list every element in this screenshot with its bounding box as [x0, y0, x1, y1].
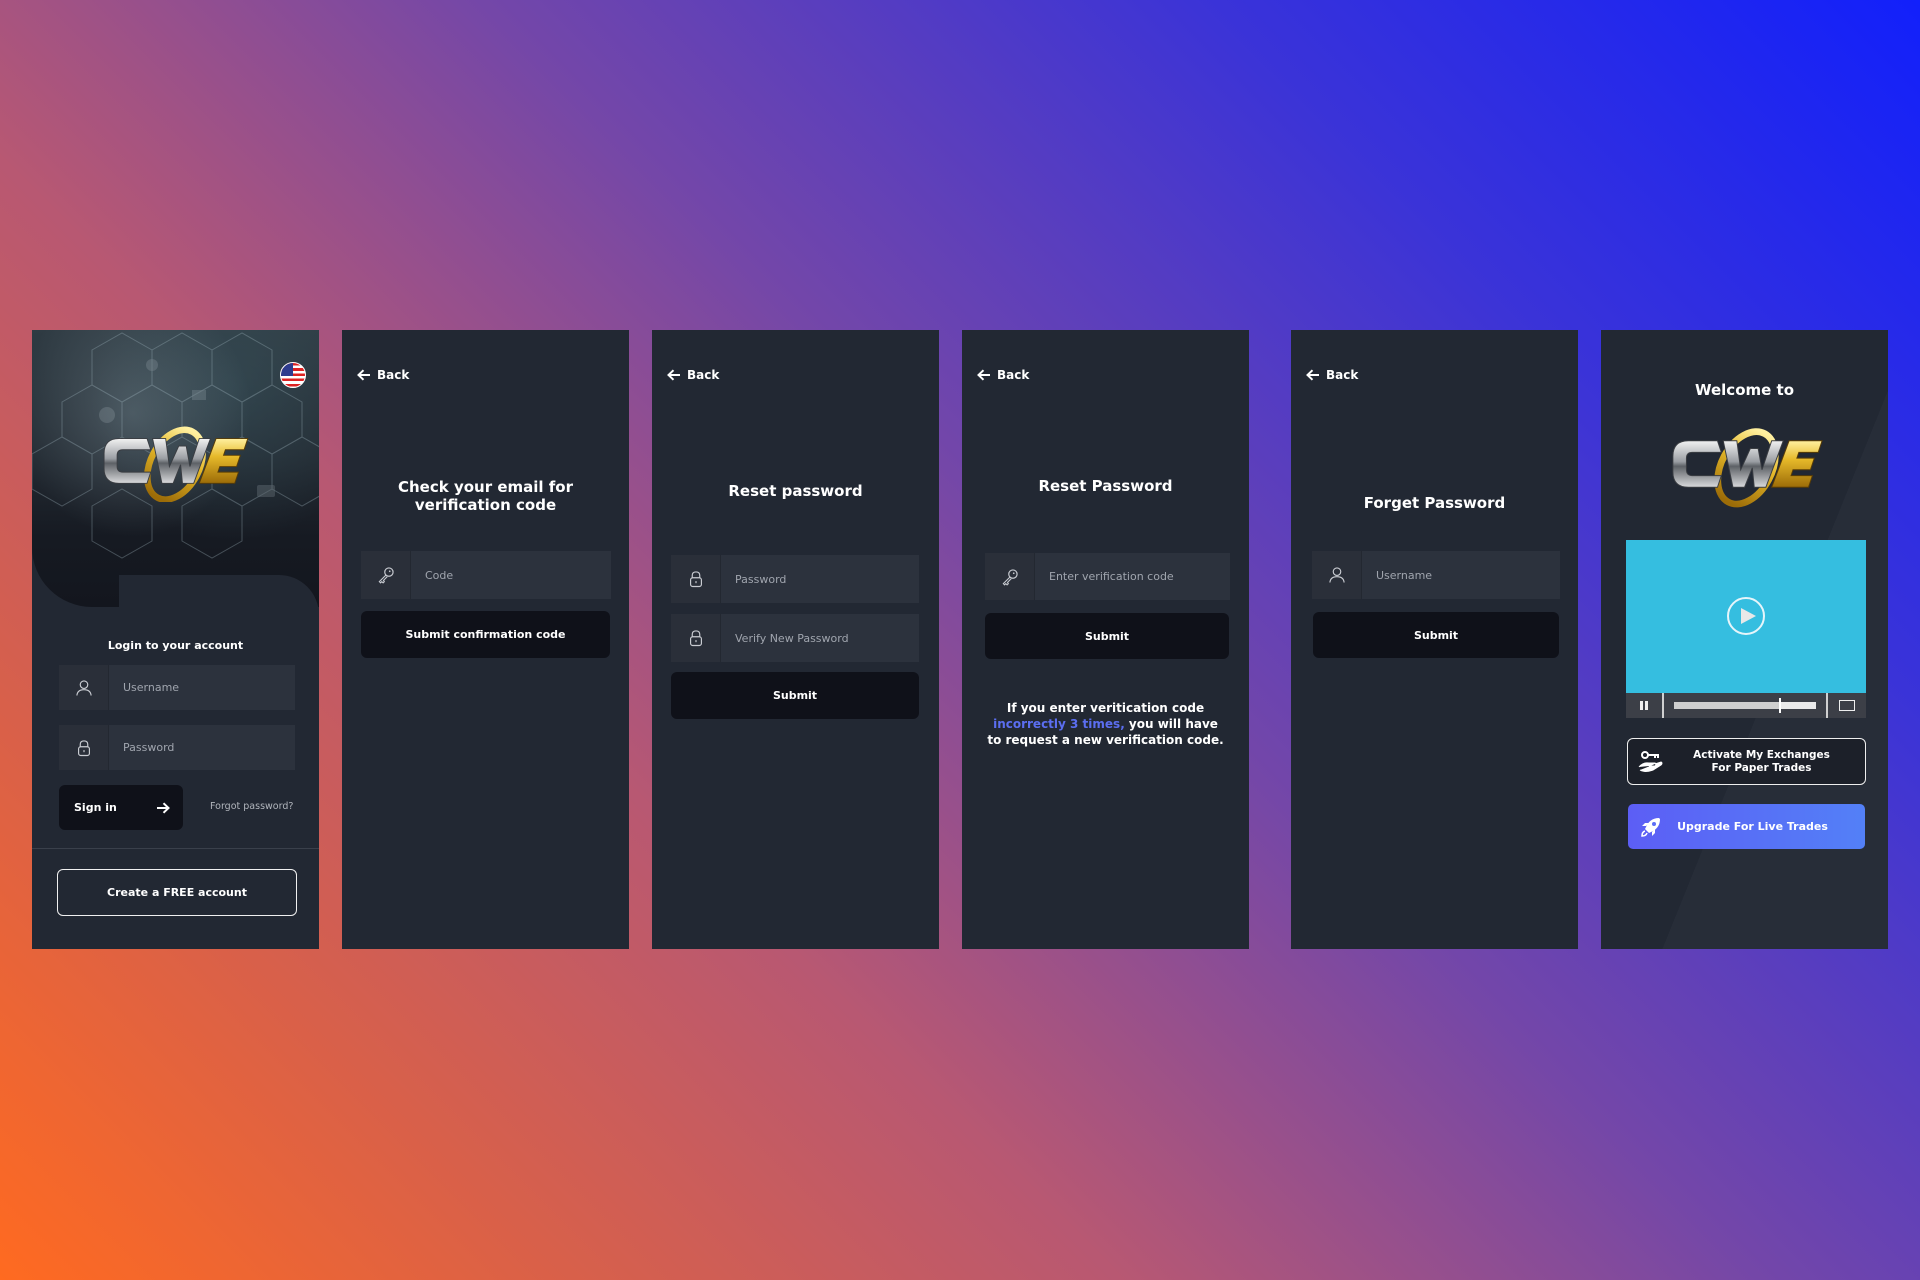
attempts-notice: If you enter veritication code incorrect… — [962, 700, 1249, 748]
new-password-field[interactable] — [671, 555, 919, 603]
page-title: Check your email for verification code — [342, 478, 629, 514]
back-label: Back — [1326, 368, 1359, 382]
forgot-password-link[interactable]: Forgot password? — [210, 801, 293, 812]
activate-exchanges-button[interactable]: Activate My Exchanges For Paper Trades — [1627, 738, 1866, 785]
arrow-left-icon — [1306, 369, 1320, 381]
hero-image — [32, 330, 319, 607]
upgrade-live-trades-button[interactable]: Upgrade For Live Trades — [1628, 804, 1865, 849]
password-field[interactable] — [59, 725, 295, 770]
page-title: Reset Password — [1038, 477, 1173, 495]
pause-button[interactable] — [1626, 693, 1664, 718]
sign-in-button[interactable]: Sign in — [59, 785, 183, 830]
login-screen: Login to your account Sign in Forgot pas… — [32, 330, 319, 949]
create-account-button[interactable]: Create a FREE account — [57, 869, 297, 916]
play-button[interactable] — [1727, 597, 1765, 635]
hand-key-icon — [1628, 750, 1674, 774]
username-field[interactable] — [1312, 551, 1560, 599]
arrow-left-icon — [357, 369, 371, 381]
back-button[interactable]: Back — [667, 368, 719, 382]
verify-password-input[interactable] — [721, 614, 919, 662]
divider — [32, 848, 319, 849]
fullscreen-icon — [1839, 700, 1855, 711]
lock-icon — [59, 725, 109, 770]
pause-icon — [1640, 701, 1648, 710]
notice-highlight: incorrectly 3 times, — [993, 717, 1125, 731]
back-button[interactable]: Back — [357, 368, 409, 382]
seek-track — [1674, 698, 1816, 713]
submit-button[interactable]: Submit — [1313, 612, 1559, 658]
seek-progress — [1674, 702, 1780, 709]
play-icon — [1740, 608, 1756, 624]
login-heading: Login to your account — [107, 639, 244, 652]
notice-line-2: incorrectly 3 times, you will have — [962, 716, 1249, 732]
code-field[interactable] — [361, 551, 611, 599]
video-player — [1626, 540, 1866, 718]
submit-confirmation-button[interactable]: Submit confirmation code — [361, 611, 610, 658]
user-icon — [59, 665, 109, 710]
arrow-left-icon — [667, 369, 681, 381]
welcome-screen: Welcome to Activate My Exchanges For Pap… — [1601, 330, 1888, 949]
activate-label-line-2: For Paper Trades — [1711, 761, 1812, 774]
forget-password-screen: Back Forget Password Submit — [1291, 330, 1578, 949]
notice-line-2-rest: you will have — [1124, 717, 1218, 731]
video-seek-slider[interactable] — [1664, 693, 1826, 718]
code-input[interactable] — [411, 551, 611, 599]
arrow-left-icon — [977, 369, 991, 381]
welcome-title: Welcome to — [1694, 381, 1795, 399]
username-input[interactable] — [109, 665, 295, 710]
brand-logo — [100, 418, 250, 502]
user-icon — [1312, 551, 1362, 599]
title-line-2: verification code — [414, 496, 557, 514]
new-password-input[interactable] — [721, 555, 919, 603]
back-label: Back — [377, 368, 410, 382]
arrow-right-icon — [157, 801, 170, 814]
page-title: Forget Password — [1363, 494, 1506, 512]
submit-button[interactable]: Submit — [671, 672, 919, 719]
check-email-screen: Back Check your email for verification c… — [342, 330, 629, 949]
verify-password-field[interactable] — [671, 614, 919, 662]
create-account-label: Create a FREE account — [107, 886, 247, 899]
lock-icon — [671, 555, 721, 603]
back-button[interactable]: Back — [977, 368, 1029, 382]
verification-code-input[interactable] — [1035, 553, 1230, 600]
submit-button[interactable]: Submit — [985, 613, 1229, 659]
page-title: Reset password — [728, 482, 863, 500]
title-line-1: Check your email for — [398, 478, 573, 496]
upgrade-label: Upgrade For Live Trades — [1677, 820, 1828, 833]
notice-line-3: to request a new verification code. — [987, 733, 1224, 747]
lock-icon — [671, 614, 721, 662]
video-controls — [1626, 693, 1866, 718]
rocket-icon — [1628, 815, 1674, 839]
notice-line-1: If you enter veritication code — [1006, 701, 1205, 715]
brand-logo — [1669, 418, 1824, 508]
video-screen[interactable] — [1626, 540, 1866, 693]
fullscreen-button[interactable] — [1826, 693, 1866, 718]
key-icon — [985, 553, 1035, 600]
seek-handle[interactable] — [1779, 698, 1782, 713]
activate-label: Activate My Exchanges For Paper Trades — [1674, 749, 1865, 775]
password-input[interactable] — [109, 725, 295, 770]
back-label: Back — [687, 368, 720, 382]
language-flag-us-icon[interactable] — [280, 362, 306, 388]
back-label: Back — [997, 368, 1030, 382]
username-field[interactable] — [59, 665, 295, 710]
sign-in-label: Sign in — [74, 801, 117, 814]
back-button[interactable]: Back — [1306, 368, 1358, 382]
key-icon — [361, 551, 411, 599]
activate-label-line-1: Activate My Exchanges — [1693, 748, 1830, 761]
username-input[interactable] — [1362, 551, 1560, 599]
verification-code-field[interactable] — [985, 553, 1230, 600]
reset-password-code-screen: Back Reset Password Submit If you enter … — [962, 330, 1249, 949]
reset-password-screen: Back Reset password Submit — [652, 330, 939, 949]
